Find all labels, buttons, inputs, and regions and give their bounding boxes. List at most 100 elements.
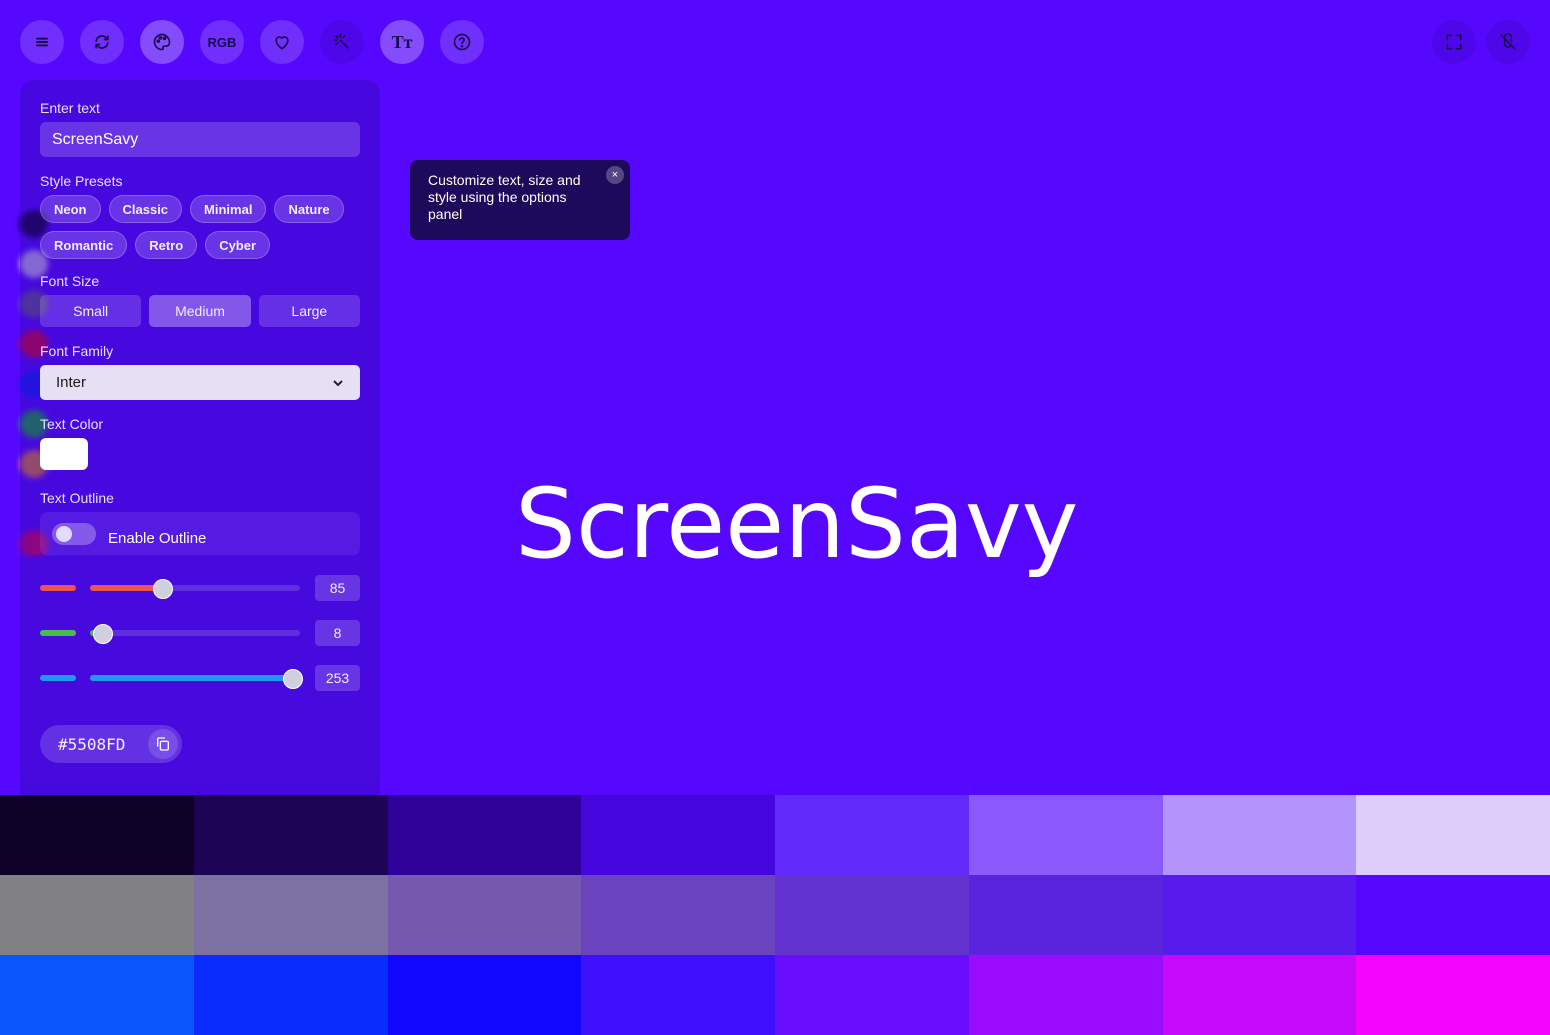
palette-swatch[interactable]: [1162, 875, 1357, 955]
outline-section: Enable Outline: [40, 512, 360, 556]
green-value[interactable]: 8: [315, 620, 360, 646]
red-value[interactable]: 85: [315, 575, 360, 601]
refresh-button[interactable]: [80, 20, 124, 64]
fullscreen-icon: [1446, 34, 1462, 50]
color-palette: [0, 795, 1550, 1035]
preset-classic[interactable]: Classic: [108, 195, 183, 223]
toggle-knob: [56, 526, 72, 542]
blue-indicator: [40, 675, 76, 681]
outline-toggle-label: Enable Outline: [108, 529, 207, 547]
palette-swatch[interactable]: [1356, 955, 1550, 1035]
preset-cyber[interactable]: Cyber: [205, 231, 271, 259]
font-size-large[interactable]: Large: [258, 295, 360, 327]
palette-icon: [153, 33, 171, 51]
font-size-medium[interactable]: Medium: [149, 295, 251, 327]
help-icon: [453, 33, 471, 51]
preset-minimal[interactable]: Minimal: [190, 195, 267, 223]
text-icon: Tт: [391, 31, 413, 52]
preset-romantic[interactable]: Romantic: [40, 231, 128, 259]
font-family-value: Inter: [56, 374, 87, 391]
text-input[interactable]: ScreenSavy: [40, 122, 360, 157]
palette-swatch[interactable]: [581, 955, 775, 1035]
mouse-off-icon: [1500, 32, 1516, 50]
palette-swatch[interactable]: [1162, 795, 1357, 875]
palette-swatch[interactable]: [0, 795, 194, 875]
main-toolbar: RGB Tт: [20, 20, 484, 64]
close-icon: ×: [611, 168, 619, 181]
palette-swatch[interactable]: [0, 875, 194, 955]
rgb-panel: 85 8 253 #5508FD: [20, 555, 380, 785]
palette-swatch[interactable]: [968, 875, 1163, 955]
effects-button[interactable]: [320, 20, 364, 64]
display-text: ScreenSavy: [515, 468, 1079, 580]
style-presets-label: Style Presets: [40, 173, 123, 189]
outline-toggle[interactable]: [52, 523, 96, 545]
palette-swatch[interactable]: [387, 955, 582, 1035]
tooltip: Customize text, size and style using the…: [410, 160, 630, 240]
text-color-swatch[interactable]: [40, 438, 88, 470]
red-fill: [90, 585, 162, 591]
hex-display: #5508FD: [40, 725, 182, 763]
red-slider[interactable]: [90, 579, 300, 599]
red-slider-row: 85: [40, 575, 360, 601]
green-slider[interactable]: [90, 624, 300, 644]
fullscreen-button[interactable]: [1432, 20, 1476, 64]
palette-swatch[interactable]: [193, 795, 388, 875]
tooltip-close-button[interactable]: ×: [606, 166, 624, 184]
chevron-down-icon: [333, 379, 343, 386]
blue-value[interactable]: 253: [315, 665, 360, 691]
blue-fill: [90, 675, 293, 681]
preset-neon[interactable]: Neon: [40, 195, 101, 223]
palette-swatch[interactable]: [0, 955, 194, 1035]
rgb-button[interactable]: RGB: [200, 20, 244, 64]
font-size-label: Font Size: [40, 273, 100, 289]
green-slider-thumb[interactable]: [93, 624, 114, 644]
tooltip-text: Customize text, size and style using the…: [428, 172, 581, 222]
palette-swatch[interactable]: [775, 955, 969, 1035]
red-slider-thumb[interactable]: [153, 579, 173, 599]
text-outline-label: Text Outline: [40, 490, 114, 506]
palette-swatch[interactable]: [968, 795, 1163, 875]
menu-icon: [36, 37, 48, 47]
menu-button[interactable]: [20, 20, 64, 64]
font-size-selector: Small Medium Large: [40, 295, 360, 327]
cursor-hide-button[interactable]: [1486, 20, 1530, 64]
palette-swatch[interactable]: [387, 875, 582, 955]
red-indicator: [40, 585, 76, 591]
blue-slider[interactable]: [90, 669, 304, 689]
palette-swatch[interactable]: [581, 795, 775, 875]
green-slider-row: 8: [40, 620, 360, 646]
help-button[interactable]: [440, 20, 484, 64]
preset-retro[interactable]: Retro: [135, 231, 198, 259]
hex-value: #5508FD: [58, 734, 126, 754]
copy-button[interactable]: [148, 729, 178, 759]
favorite-button[interactable]: [260, 20, 304, 64]
window-toolbar: [1432, 20, 1530, 64]
preset-nature[interactable]: Nature: [274, 195, 344, 223]
refresh-icon: [95, 35, 109, 49]
font-family-label: Font Family: [40, 343, 114, 359]
palette-swatch[interactable]: [581, 875, 775, 955]
palette-swatch[interactable]: [1162, 955, 1357, 1035]
palette-swatch[interactable]: [775, 875, 969, 955]
text-color-label: Text Color: [40, 416, 104, 432]
copy-icon: [157, 737, 169, 751]
palette-swatch[interactable]: [1356, 795, 1550, 875]
palette-swatch[interactable]: [193, 875, 388, 955]
green-indicator: [40, 630, 76, 636]
style-presets: Neon Classic Minimal Nature Romantic Ret…: [40, 195, 360, 259]
palette-swatch[interactable]: [1356, 875, 1550, 955]
font-size-small[interactable]: Small: [40, 295, 142, 327]
rgb-button-label: RGB: [207, 34, 237, 50]
palette-swatch[interactable]: [193, 955, 388, 1035]
sparkle-icon: [333, 33, 349, 49]
font-family-select[interactable]: Inter: [40, 365, 360, 400]
blue-slider-thumb[interactable]: [283, 669, 304, 689]
palette-button[interactable]: [140, 20, 184, 64]
palette-swatch[interactable]: [775, 795, 969, 875]
text-button[interactable]: Tт: [380, 20, 424, 64]
heart-icon: [275, 36, 289, 50]
palette-swatch[interactable]: [387, 795, 582, 875]
palette-swatch[interactable]: [968, 955, 1163, 1035]
blue-slider-row: 253: [40, 665, 360, 691]
